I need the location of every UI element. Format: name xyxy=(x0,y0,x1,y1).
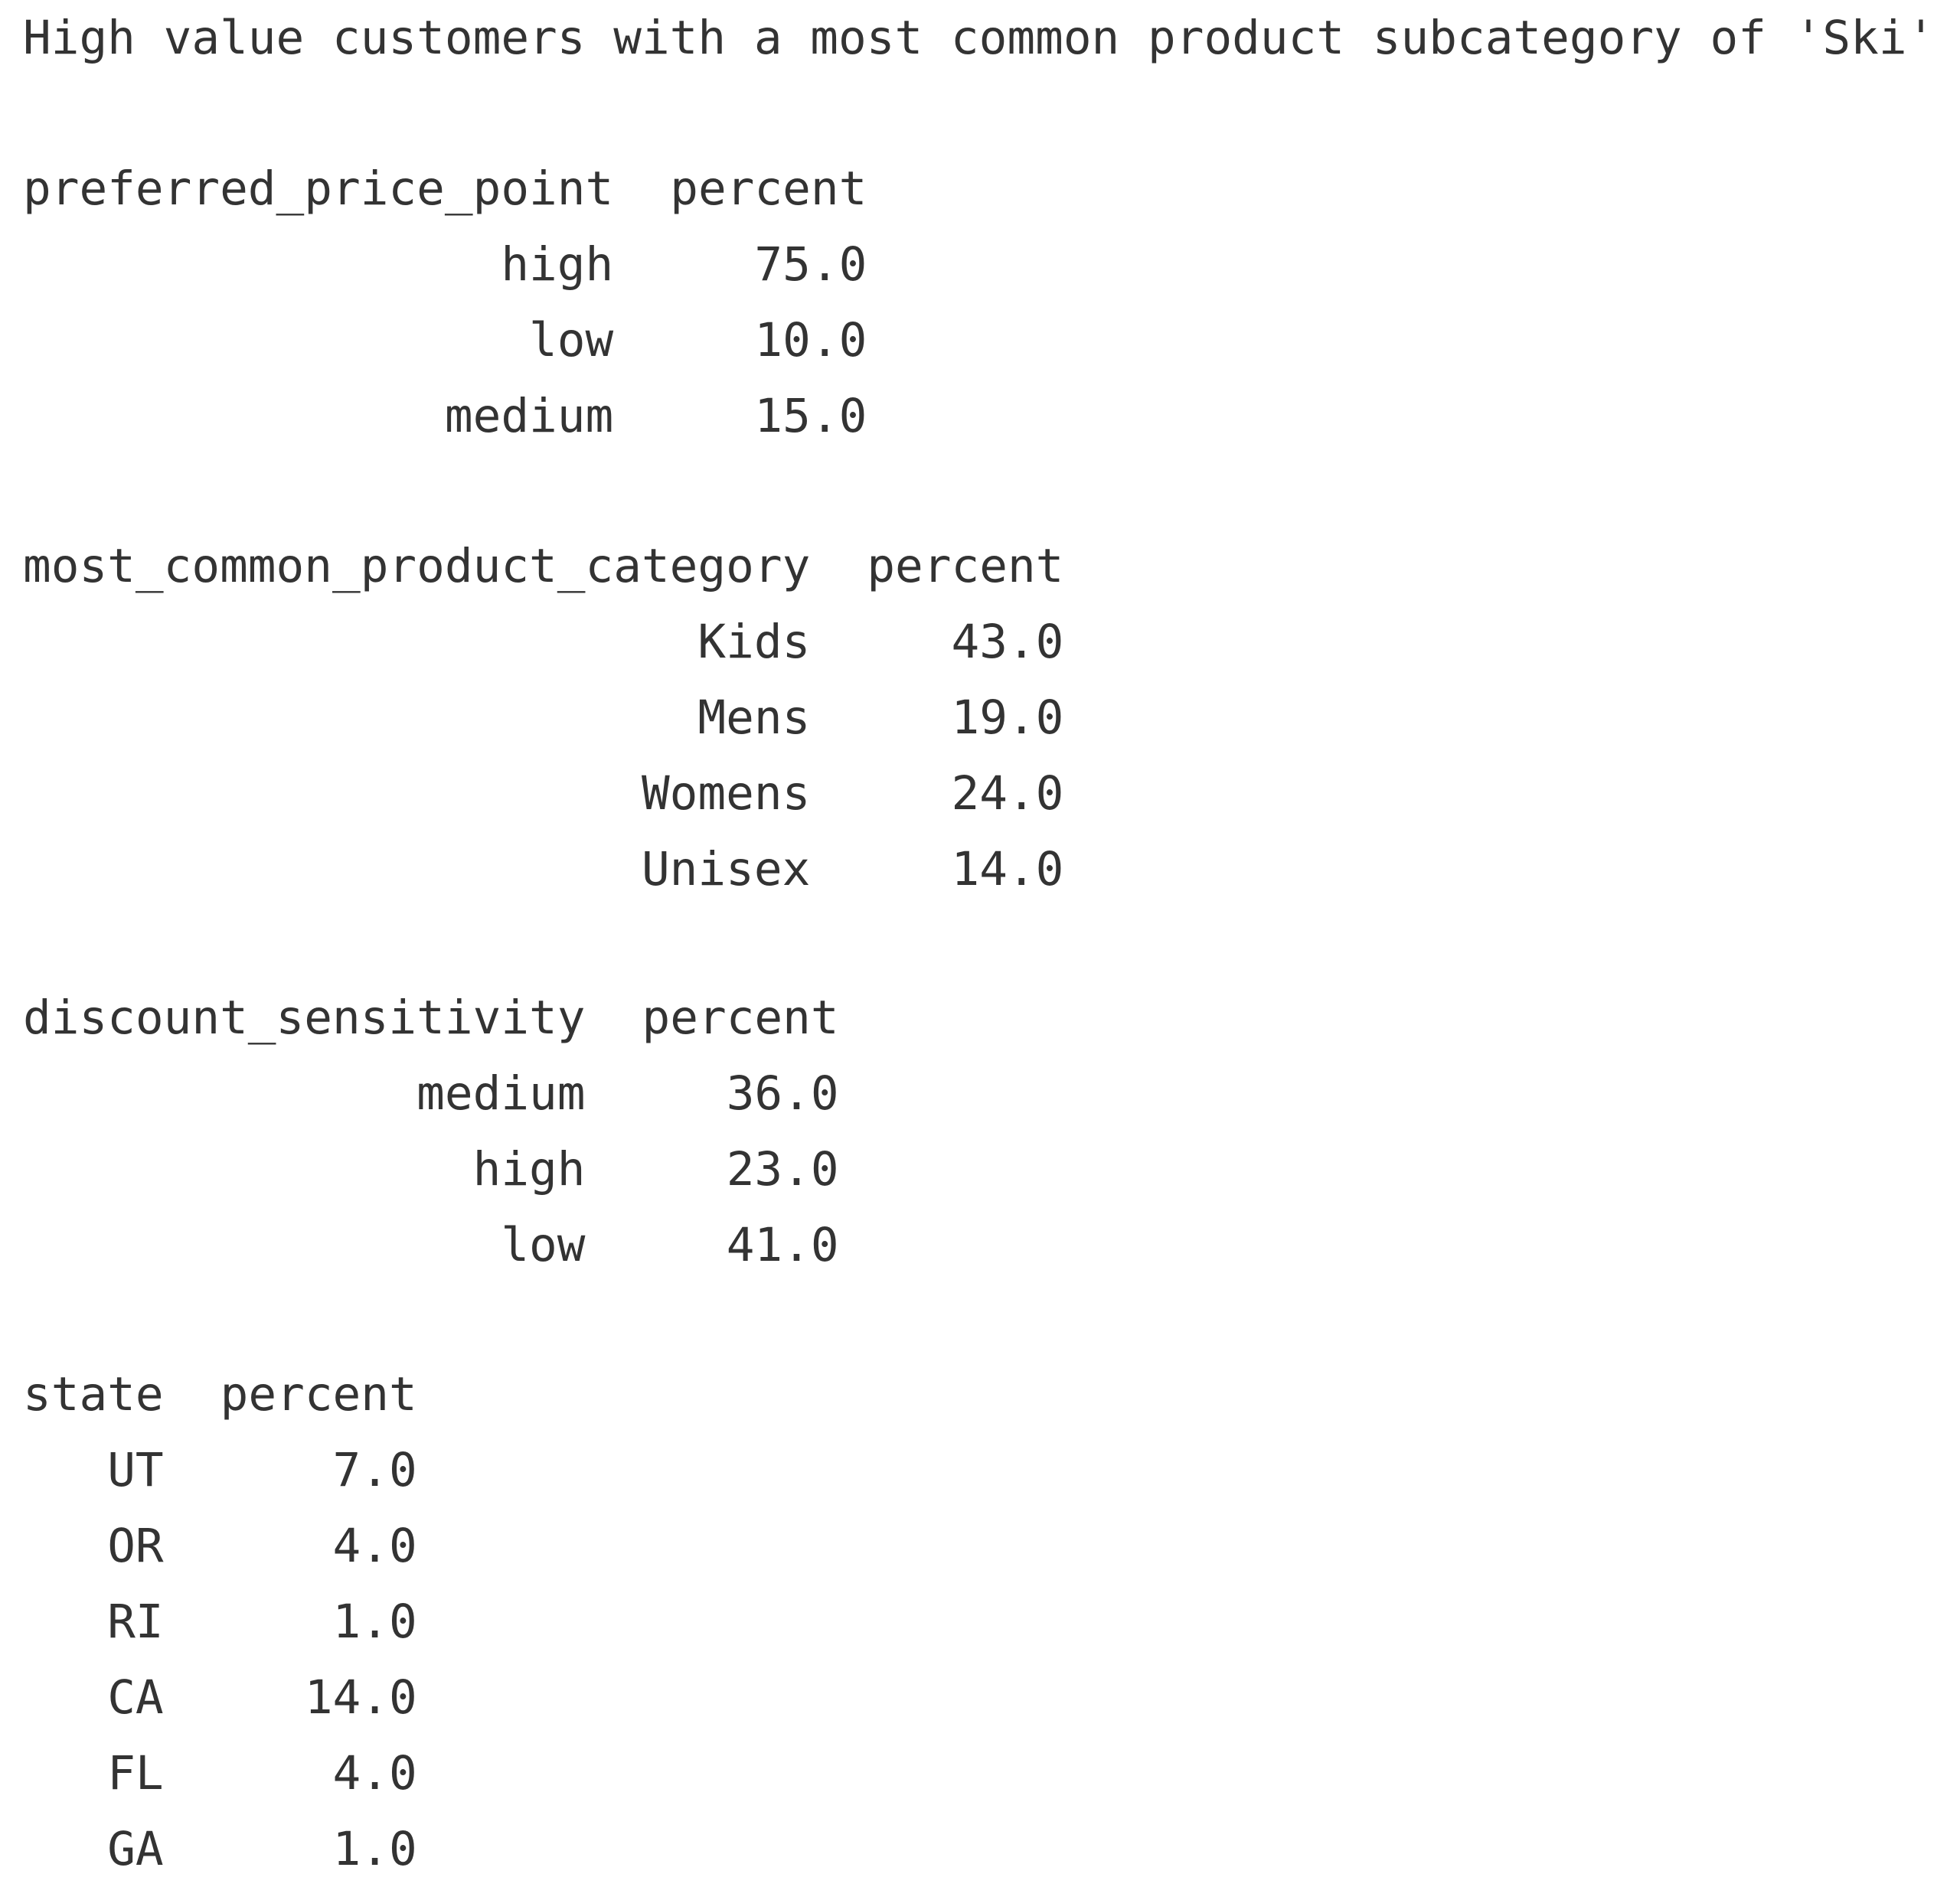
row-value: 24.0 xyxy=(951,766,1064,821)
row-label: RI xyxy=(107,1595,164,1649)
row-label: CA xyxy=(107,1670,164,1725)
table-row: RI 1.0 xyxy=(23,1584,417,1660)
discount-sensitivity-table: discount_sensitivity percent medium 36.0… xyxy=(23,980,839,1283)
row-label: UT xyxy=(107,1443,164,1497)
table-row: Unisex 14.0 xyxy=(23,831,1063,907)
row-label: GA xyxy=(107,1822,164,1876)
row-value: 43.0 xyxy=(951,615,1064,669)
row-label: OR xyxy=(107,1519,164,1573)
table-row: CA 14.0 xyxy=(23,1660,417,1735)
value-header: percent xyxy=(642,991,839,1045)
state-table: state percent UT 7.0 OR 4.0 RI 1.0 CA 14… xyxy=(23,1356,417,1887)
table-row: high 75.0 xyxy=(23,227,867,302)
row-value: 15.0 xyxy=(754,389,867,443)
row-label: Unisex xyxy=(641,842,811,896)
table-header-row: preferred_price_point percent xyxy=(23,151,867,227)
row-value: 4.0 xyxy=(332,1746,417,1800)
table-row: GA 1.0 xyxy=(23,1811,417,1887)
row-value: 41.0 xyxy=(726,1218,839,1272)
index-header: discount_sensitivity xyxy=(23,991,586,1045)
row-value: 36.0 xyxy=(726,1066,839,1121)
row-value: 4.0 xyxy=(332,1519,417,1573)
row-label: FL xyxy=(107,1746,164,1800)
row-label: low xyxy=(529,313,614,367)
table-row: medium 36.0 xyxy=(23,1056,839,1131)
table-row: Mens 19.0 xyxy=(23,680,1063,756)
table-row: UT 7.0 xyxy=(23,1432,417,1508)
row-value: 75.0 xyxy=(754,237,867,292)
index-header: state xyxy=(23,1367,164,1422)
row-value: 7.0 xyxy=(332,1443,417,1497)
table-row: low 41.0 xyxy=(23,1207,839,1283)
table-header-row: state percent xyxy=(23,1356,417,1432)
row-label: high xyxy=(472,1142,586,1197)
table-row: high 23.0 xyxy=(23,1131,839,1207)
table-row: Kids 43.0 xyxy=(23,604,1063,680)
row-label: Mens xyxy=(697,690,811,745)
row-value: 14.0 xyxy=(951,842,1064,896)
value-header: percent xyxy=(670,162,867,216)
preferred-price-point-table: preferred_price_point percent high 75.0 … xyxy=(23,151,867,454)
row-label: high xyxy=(501,237,614,292)
table-row: low 10.0 xyxy=(23,302,867,378)
row-value: 19.0 xyxy=(951,690,1064,745)
row-label: Womens xyxy=(641,766,811,821)
row-value: 23.0 xyxy=(726,1142,839,1197)
row-value: 1.0 xyxy=(332,1595,417,1649)
table-header-row: most_common_product_category percent xyxy=(23,528,1063,604)
row-value: 14.0 xyxy=(304,1670,417,1725)
value-header: percent xyxy=(867,539,1064,593)
product-category-table: most_common_product_category percent Kid… xyxy=(23,528,1063,907)
value-header: percent xyxy=(220,1367,417,1422)
row-label: medium xyxy=(444,389,614,443)
row-label: medium xyxy=(416,1066,586,1121)
table-row: FL 4.0 xyxy=(23,1735,417,1811)
table-header-row: discount_sensitivity percent xyxy=(23,980,839,1056)
row-label: Kids xyxy=(697,615,811,669)
index-header: most_common_product_category xyxy=(23,539,811,593)
table-row: Womens 24.0 xyxy=(23,756,1063,831)
output-title: High value customers with a most common … xyxy=(23,11,1936,65)
index-header: preferred_price_point xyxy=(23,162,614,216)
table-row: medium 15.0 xyxy=(23,378,867,454)
row-value: 10.0 xyxy=(754,313,867,367)
row-value: 1.0 xyxy=(332,1822,417,1876)
table-row: OR 4.0 xyxy=(23,1508,417,1584)
row-label: low xyxy=(501,1218,586,1272)
